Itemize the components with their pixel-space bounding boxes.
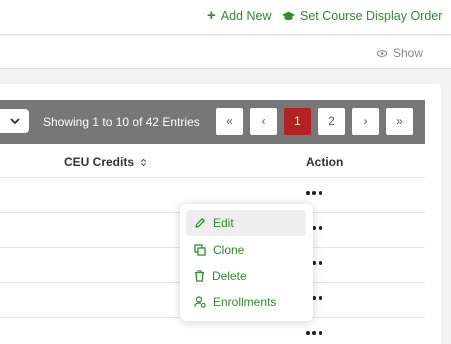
menu-item-clone[interactable]: Clone xyxy=(186,237,306,263)
set-course-display-order-button[interactable]: Set Course Display Order xyxy=(282,9,442,23)
eye-icon xyxy=(376,49,387,57)
chevron-down-icon xyxy=(9,117,20,124)
page-2-button[interactable]: 2 xyxy=(318,108,345,135)
action-header-label: Action xyxy=(306,155,344,169)
menu-item-enrollments-label: Enrollments xyxy=(213,295,277,309)
sort-icon xyxy=(140,158,147,166)
previous-page-button[interactable]: ‹ xyxy=(250,108,277,135)
pencil-icon xyxy=(195,218,205,228)
menu-item-clone-label: Clone xyxy=(213,243,245,257)
header-divider xyxy=(0,177,425,178)
plus-icon: + xyxy=(207,7,216,24)
next-page-button[interactable]: › xyxy=(352,108,379,135)
show-label: Show xyxy=(392,46,423,60)
clone-icon xyxy=(194,244,206,256)
page-1-button[interactable]: 1 xyxy=(284,108,311,135)
top-toolbar: + Add New Set Course Display Order xyxy=(0,0,451,35)
last-page-button[interactable]: » xyxy=(386,108,413,135)
menu-item-edit-label: Edit xyxy=(213,216,234,230)
sub-toolbar: Show xyxy=(0,36,451,69)
show-toggle[interactable]: Show xyxy=(376,46,423,60)
row-action-menu: Edit Clone Delete Enrollments xyxy=(180,204,313,321)
menu-item-delete-label: Delete xyxy=(212,269,247,283)
action-column-header: Action xyxy=(306,155,343,169)
first-page-button[interactable]: « xyxy=(216,108,243,135)
trash-icon xyxy=(195,270,204,282)
add-new-label: Add New xyxy=(220,9,272,23)
entries-per-page-select[interactable] xyxy=(0,109,29,133)
graduation-cap-icon xyxy=(282,11,295,20)
entries-summary: Showing 1 to 10 of 42 Entries xyxy=(43,115,200,129)
menu-item-enrollments[interactable]: Enrollments xyxy=(186,289,306,315)
ceu-credits-column-header[interactable]: CEU Credits xyxy=(64,155,147,169)
add-new-button[interactable]: + Add New xyxy=(207,7,272,24)
user-settings-icon xyxy=(194,296,206,308)
row-actions-button[interactable] xyxy=(306,188,322,198)
menu-item-delete[interactable]: Delete xyxy=(186,263,306,289)
menu-item-edit[interactable]: Edit xyxy=(186,210,306,236)
set-order-label: Set Course Display Order xyxy=(300,9,443,23)
ceu-credits-header-label: CEU Credits xyxy=(64,155,135,169)
row-actions-button[interactable] xyxy=(306,328,322,338)
